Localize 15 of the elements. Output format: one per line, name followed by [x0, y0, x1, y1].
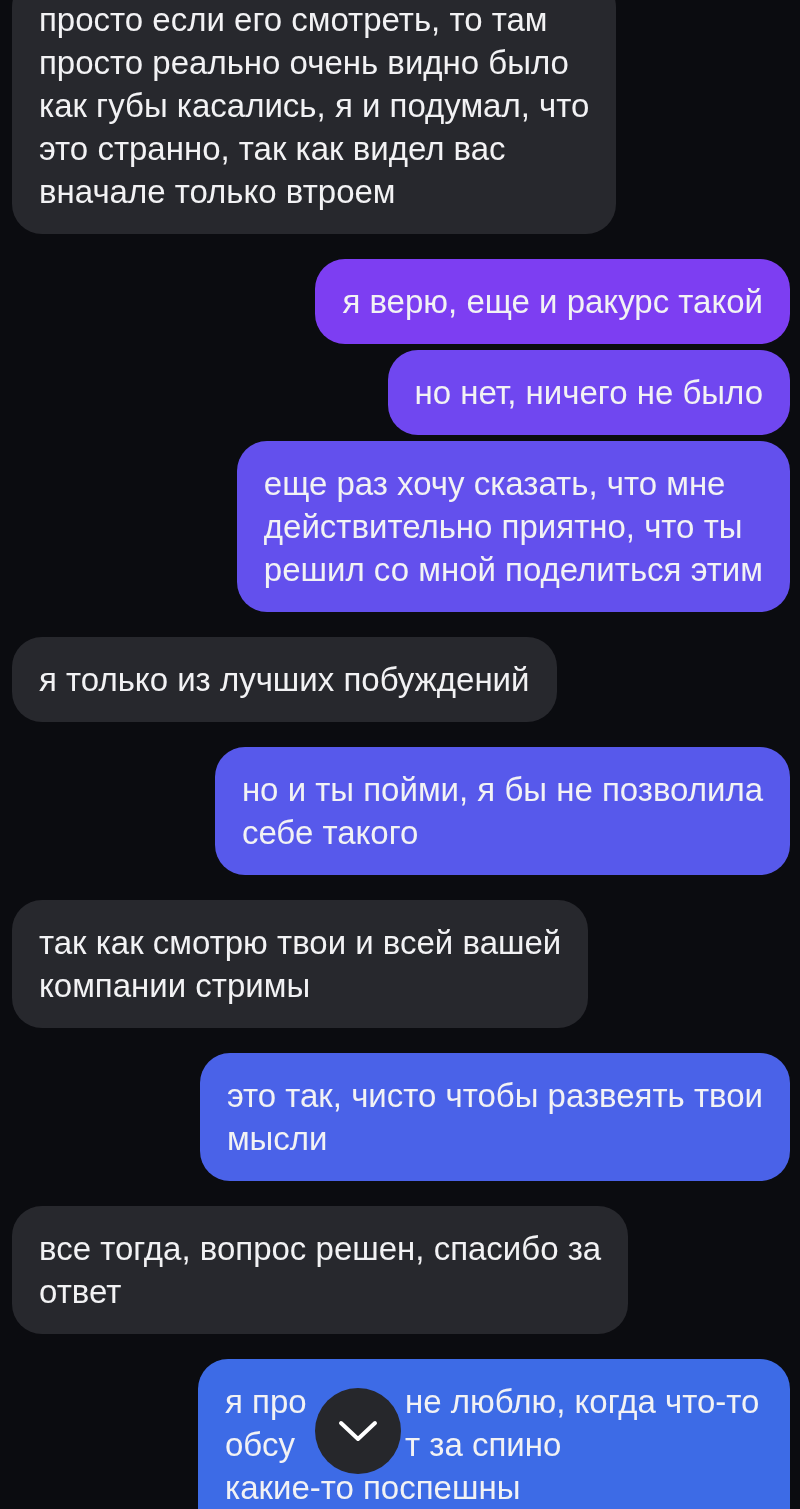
message-text: какие-то поспешны	[225, 1468, 521, 1508]
chevron-down-icon	[338, 1420, 378, 1442]
message-text: но нет, ничего не было	[414, 373, 763, 413]
message-text: так как смотрю твои и всей вашей компании стримы	[39, 923, 562, 1006]
message-text: я верю, еще и ракурс такой	[342, 282, 763, 322]
message-text: это так, чисто чтобы развеять твои мысли	[226, 1076, 763, 1159]
message-text: все тогда, вопрос решен, спасибо за ответ	[39, 1229, 602, 1312]
message-text: но и ты пойми, я бы не позволила себе такого	[241, 770, 763, 853]
message-text: еще раз хочу сказать, что мне действительно приятно, что ты решил со мной поделиться этим	[263, 464, 763, 590]
message-text: т за спино	[405, 1425, 562, 1465]
message-text: обсу	[225, 1425, 295, 1465]
message-text: просто если его смотреть, то там просто реально очень видно было как губы касались, я и подумал, что это странно, так как видел вас вначале только втроем	[39, 0, 590, 212]
message-text: я только из лучших побуждений	[39, 660, 530, 700]
message-text: я про	[225, 1382, 307, 1422]
message-text: не люблю, когда что-то	[405, 1382, 760, 1422]
